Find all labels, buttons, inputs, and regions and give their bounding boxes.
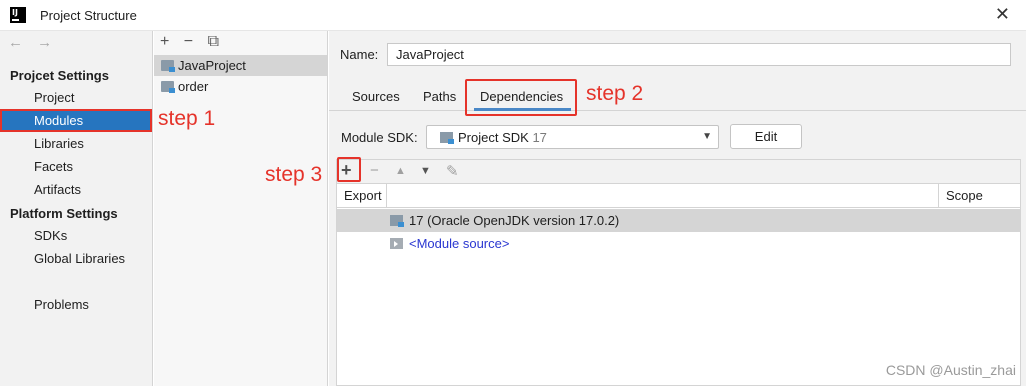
edit-dependency-icon[interactable]: ✎ — [446, 162, 459, 180]
column-header-scope[interactable]: Scope — [939, 184, 1020, 208]
nav-item-artifacts[interactable]: Artifacts — [0, 178, 152, 201]
edit-sdk-button[interactable]: Edit — [730, 124, 802, 149]
module-item-order[interactable]: order — [154, 76, 327, 97]
dependencies-toolbar: + − ▲ ▼ ✎ — [336, 159, 1021, 183]
step3-annotation: step 3 — [265, 163, 323, 186]
step2-highlight-box — [465, 79, 577, 116]
dependencies-table: Export Scope 17 (Oracle OpenJDK version … — [336, 183, 1021, 386]
forward-arrow-icon[interactable]: → — [37, 34, 52, 51]
sdk-name: Project SDK — [458, 130, 529, 145]
module-sdk-label: Module SDK: — [341, 130, 418, 145]
intellij-app-icon: IJ — [10, 7, 26, 23]
source-folder-icon — [390, 238, 403, 249]
module-folder-icon — [161, 60, 175, 72]
sdk-selected-value: Project SDK 17 — [458, 130, 547, 145]
title-bar: IJ Project Structure ✕ — [0, 0, 1026, 31]
table-row[interactable]: 17 (Oracle OpenJDK version 17.0.2) — [337, 209, 1020, 232]
app-icon-text: IJ — [12, 8, 18, 17]
chevron-down-icon: ▼ — [702, 131, 712, 142]
module-tabs: Sources Paths Dependencies — [329, 81, 1026, 111]
nav-item-project[interactable]: Project — [0, 86, 152, 109]
nav-item-facets[interactable]: Facets — [0, 155, 152, 178]
remove-module-icon[interactable]: − — [184, 33, 193, 50]
name-label: Name: — [340, 47, 379, 62]
nav-item-sdks[interactable]: SDKs — [0, 224, 152, 247]
nav-item-problems[interactable]: Problems — [0, 293, 152, 316]
copy-module-icon[interactable]: ⧉ — [208, 33, 219, 50]
dependency-label: <Module source> — [409, 236, 510, 251]
platform-settings-header: Platform Settings — [10, 206, 118, 221]
modules-list-panel: + − ⧉ JavaProject order — [154, 31, 328, 386]
column-header-name[interactable] — [387, 184, 939, 208]
history-arrows: ← → — [8, 34, 62, 51]
jdk-folder-icon — [390, 215, 404, 227]
sdk-folder-icon — [440, 132, 454, 144]
table-row[interactable]: <Module source> — [337, 232, 1020, 255]
remove-dependency-icon[interactable]: − — [370, 162, 379, 179]
window-title: Project Structure — [40, 8, 137, 23]
step3-highlight-box — [337, 157, 361, 182]
column-header-export[interactable]: Export — [337, 184, 387, 208]
nav-item-modules[interactable]: Modules — [0, 109, 152, 132]
module-sdk-dropdown[interactable]: Project SDK 17 ▼ — [426, 125, 719, 149]
step1-annotation: step 1 — [158, 107, 216, 130]
module-label: order — [178, 79, 209, 94]
sdk-version: 17 — [532, 130, 547, 145]
tab-sources[interactable]: Sources — [352, 89, 400, 104]
tab-paths[interactable]: Paths — [423, 89, 456, 104]
module-name-input[interactable]: JavaProject — [387, 43, 1011, 66]
project-settings-header: Projcet Settings — [10, 68, 109, 83]
module-label: JavaProject — [178, 58, 246, 73]
module-folder-icon — [161, 81, 175, 93]
nav-item-global-libraries[interactable]: Global Libraries — [0, 247, 152, 270]
back-arrow-icon[interactable]: ← — [8, 34, 23, 51]
settings-nav-panel: ← → Projcet Settings Project Modules Lib… — [0, 31, 153, 386]
move-up-icon[interactable]: ▲ — [395, 165, 406, 177]
nav-item-libraries[interactable]: Libraries — [0, 132, 152, 155]
step2-annotation: step 2 — [586, 82, 644, 105]
move-down-icon[interactable]: ▼ — [420, 165, 431, 177]
watermark: CSDN @Austin_zhai — [885, 362, 1016, 378]
add-module-icon[interactable]: + — [160, 33, 169, 50]
app-icon-bar — [12, 19, 19, 21]
dependency-label: 17 (Oracle OpenJDK version 17.0.2) — [409, 213, 620, 228]
module-detail-panel: Name: JavaProject Sources Paths Dependen… — [329, 31, 1026, 386]
module-item-javaproject[interactable]: JavaProject — [154, 55, 327, 76]
modules-toolbar: + − ⧉ — [160, 33, 229, 51]
close-icon[interactable]: ✕ — [995, 4, 1010, 25]
